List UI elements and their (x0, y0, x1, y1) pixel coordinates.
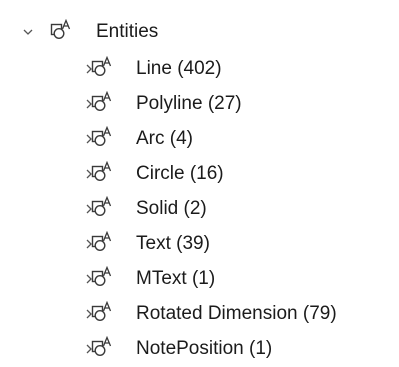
tree-node-rotated-dimension[interactable]: Rotated Dimension (79) (0, 297, 399, 331)
entity-icon (91, 266, 113, 288)
tree-node-label: Polyline (27) (136, 93, 242, 114)
tree-node-solid[interactable]: Solid (2) (0, 192, 399, 226)
tree-node-label: Circle (16) (136, 163, 224, 184)
tree-node-text[interactable]: Text (39) (0, 227, 399, 261)
tree-node-label: Solid (2) (136, 198, 207, 219)
tree-node-label: Entities (96, 21, 159, 42)
tree-node-label: Rotated Dimension (79) (136, 303, 337, 324)
tree-node-noteposition[interactable]: NotePosition (1) (0, 332, 399, 366)
tree-node-polyline[interactable]: Polyline (27) (0, 87, 399, 121)
tree-node-arc[interactable]: Arc (4) (0, 122, 399, 156)
tree-node-label: NotePosition (1) (136, 338, 273, 359)
entity-icon (50, 19, 72, 41)
entity-icon (91, 91, 113, 113)
entity-icon (91, 126, 113, 148)
tree-node-circle[interactable]: Circle (16) (0, 157, 399, 191)
tree-node-label: Line (402) (136, 58, 222, 79)
tree-node-label: MText (1) (136, 268, 216, 289)
tree-node-entities[interactable]: Entities (0, 15, 399, 49)
entity-icon (91, 301, 113, 323)
tree-node-mtext[interactable]: MText (1) (0, 262, 399, 296)
tree-node-label: Text (39) (136, 233, 210, 254)
entity-icon (91, 231, 113, 253)
tree-node-label: Arc (4) (136, 128, 193, 149)
entity-tree: Entities Line (402) Polyline (27) Arc (4… (0, 0, 399, 367)
entity-icon (91, 56, 113, 78)
entity-icon (91, 196, 113, 218)
entity-icon (91, 336, 113, 358)
tree-node-line[interactable]: Line (402) (0, 52, 399, 86)
entity-icon (91, 161, 113, 183)
chevron-down-icon[interactable] (21, 25, 35, 39)
